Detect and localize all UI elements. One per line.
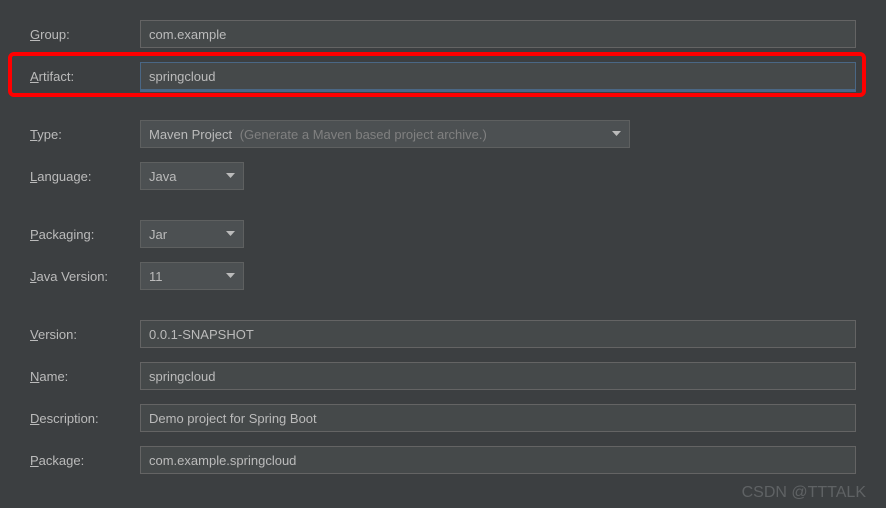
- version-input[interactable]: [140, 320, 856, 348]
- packaging-row: Packaging: Jar: [30, 220, 856, 248]
- description-row: Description:: [30, 404, 856, 432]
- java-version-label: Java Version:: [30, 269, 140, 284]
- group-input[interactable]: [140, 20, 856, 48]
- chevron-down-icon: [612, 131, 621, 137]
- name-row: Name:: [30, 362, 856, 390]
- version-row: Version:: [30, 320, 856, 348]
- artifact-row: Artifact:: [30, 62, 856, 90]
- description-input[interactable]: [140, 404, 856, 432]
- packaging-select[interactable]: Jar: [140, 220, 244, 248]
- package-row: Package:: [30, 446, 856, 474]
- chevron-down-icon: [226, 231, 235, 237]
- description-label: Description:: [30, 411, 140, 426]
- language-row: Language: Java: [30, 162, 856, 190]
- language-select[interactable]: Java: [140, 162, 244, 190]
- chevron-down-icon: [226, 173, 235, 179]
- name-label: Name:: [30, 369, 140, 384]
- java-version-row: Java Version: 11: [30, 262, 856, 290]
- watermark-text: CSDN @TTTALK: [742, 484, 866, 502]
- chevron-down-icon: [226, 273, 235, 279]
- type-label: Type:: [30, 127, 140, 142]
- group-label: Group:: [30, 27, 140, 42]
- type-select[interactable]: Maven Project (Generate a Maven based pr…: [140, 120, 630, 148]
- artifact-label: Artifact:: [30, 69, 140, 84]
- artifact-input[interactable]: [140, 62, 856, 90]
- type-row: Type: Maven Project (Generate a Maven ba…: [30, 120, 856, 148]
- package-input[interactable]: [140, 446, 856, 474]
- group-row: Group:: [30, 20, 856, 48]
- java-version-select[interactable]: 11: [140, 262, 244, 290]
- package-label: Package:: [30, 453, 140, 468]
- packaging-label: Packaging:: [30, 227, 140, 242]
- version-label: Version:: [30, 327, 140, 342]
- language-label: Language:: [30, 169, 140, 184]
- name-input[interactable]: [140, 362, 856, 390]
